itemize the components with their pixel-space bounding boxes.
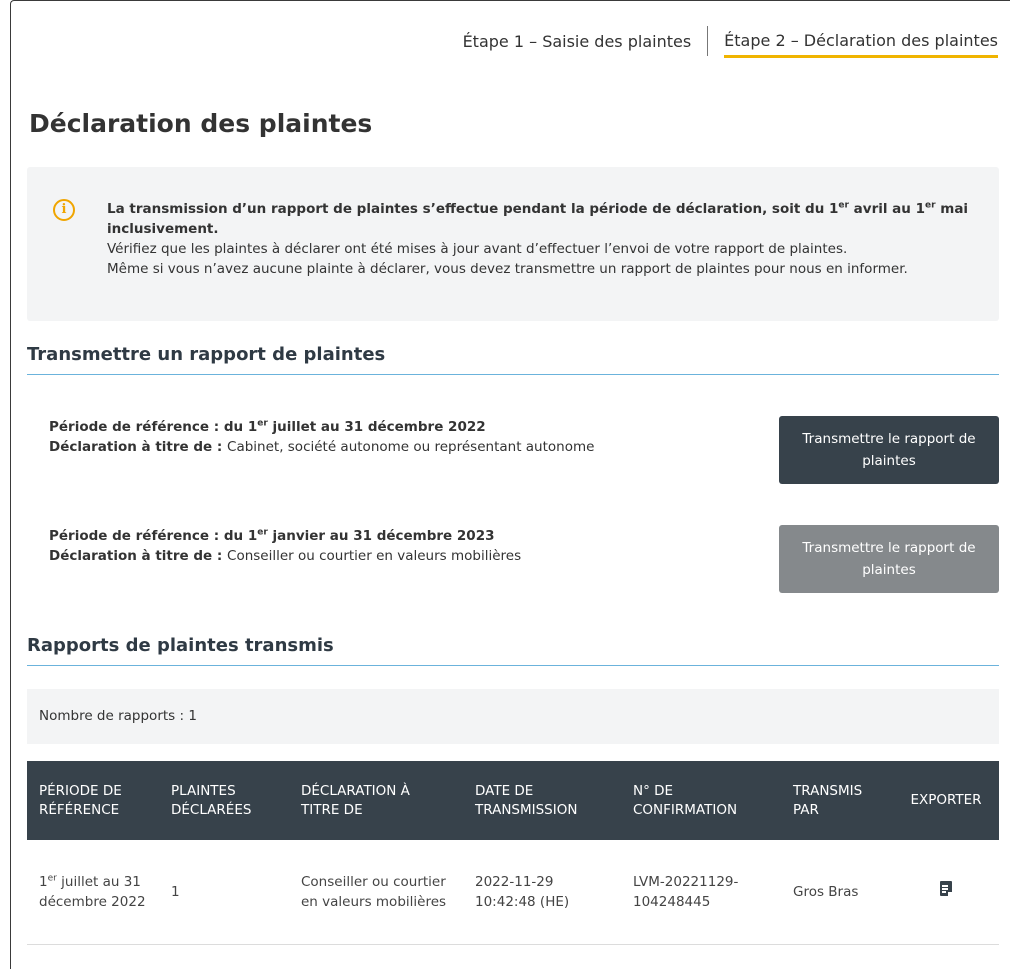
column-header-confirmation: N° DE CONFIRMATION (621, 761, 781, 840)
page-title: Déclaration des plaintes (29, 109, 373, 138)
declaration-value: Conseiller ou courtier en valeurs mobili… (227, 548, 522, 564)
reports-section-title: Rapports de plaintes transmis (27, 635, 999, 666)
cell-confirmation: LVM-20221129-104248445 (621, 840, 781, 945)
transmit-report-button-2022[interactable]: Transmettre le rapport de plaintes (779, 416, 999, 484)
step-2-tab[interactable]: Étape 2 – Déclaration des plaintes (724, 31, 998, 58)
declaration-label: Déclaration à titre de : (49, 548, 228, 564)
period-block-2022: Période de référence : du 1er juillet au… (49, 417, 594, 457)
cell-period-sup: er (47, 873, 57, 884)
report-count: Nombre de rapports : 1 (27, 689, 999, 744)
table-header-row: PÉRIODE DE RÉFÉRENCE PLAINTES DÉCLARÉES … (27, 761, 999, 840)
declaration-value: Cabinet, société autonome ou représentan… (227, 439, 595, 455)
info-icon: i (53, 199, 75, 221)
info-line-2: Vérifiez que les plaintes à déclarer ont… (107, 241, 848, 257)
transmit-report-button-2023[interactable]: Transmettre le rapport de plaintes (779, 525, 999, 593)
cell-period: 1er juillet au 31 décembre 2022 (27, 840, 159, 945)
info-text: La transmission d’un rapport de plaintes… (107, 199, 977, 279)
column-header-date: DATE DE TRANSMISSION (463, 761, 621, 840)
step-navigation: Étape 1 – Saisie des plaintes Étape 2 – … (463, 26, 998, 59)
cell-declaration: Conseiller ou courtier en valeurs mobili… (289, 840, 463, 945)
info-bold-text: La transmission d’un rapport de plaintes… (107, 201, 968, 237)
column-header-complaints: PLAINTES DÉCLARÉES (159, 761, 289, 840)
table-row: 1er juillet au 31 décembre 2022 1 Consei… (27, 840, 999, 945)
declaration-label: Déclaration à titre de : (49, 439, 228, 455)
column-header-declaration: DÉCLARATION À TITRE DE (289, 761, 463, 840)
period-label: Période de référence : du 1er janvier au… (49, 528, 495, 544)
column-header-sent-by: TRANSMIS PAR (781, 761, 893, 840)
period-label-b: juillet au 31 décembre 2022 (267, 419, 486, 435)
cell-period-a: 1 (39, 873, 48, 890)
cell-sent-by: Gros Bras (781, 840, 893, 945)
info-line-3: Même si vous n’avez aucune plainte à déc… (107, 261, 908, 277)
cell-date: 2022-11-29 10:42:48 (HE) (463, 840, 621, 945)
info-bold-b: avril au 1 (848, 201, 925, 217)
column-header-export: EXPORTER (893, 761, 999, 840)
cell-complaints: 1 (159, 840, 289, 945)
column-header-period: PÉRIODE DE RÉFÉRENCE (27, 761, 159, 840)
period-label-b: janvier au 31 décembre 2023 (267, 528, 495, 544)
period-label-a: Période de référence : du 1 (49, 528, 258, 544)
step-divider (707, 26, 709, 56)
period-block-2023: Période de référence : du 1er janvier au… (49, 526, 521, 566)
period-sup: er (257, 418, 268, 429)
period-label-a: Période de référence : du 1 (49, 419, 258, 435)
period-sup: er (257, 527, 268, 538)
info-sup-2: er (925, 200, 936, 211)
step-1-tab[interactable]: Étape 1 – Saisie des plaintes (463, 32, 692, 57)
page-frame: Étape 1 – Saisie des plaintes Étape 2 – … (10, 0, 1010, 969)
info-sup-1: er (838, 200, 849, 211)
document-export-icon[interactable] (940, 881, 952, 897)
period-label: Période de référence : du 1er juillet au… (49, 419, 486, 435)
info-notice: i La transmission d’un rapport de plaint… (27, 167, 999, 321)
transmit-section-title: Transmettre un rapport de plaintes (27, 344, 999, 375)
info-bold-a: La transmission d’un rapport de plaintes… (107, 201, 839, 217)
cell-export (893, 840, 999, 945)
reports-table: PÉRIODE DE RÉFÉRENCE PLAINTES DÉCLARÉES … (27, 761, 999, 945)
